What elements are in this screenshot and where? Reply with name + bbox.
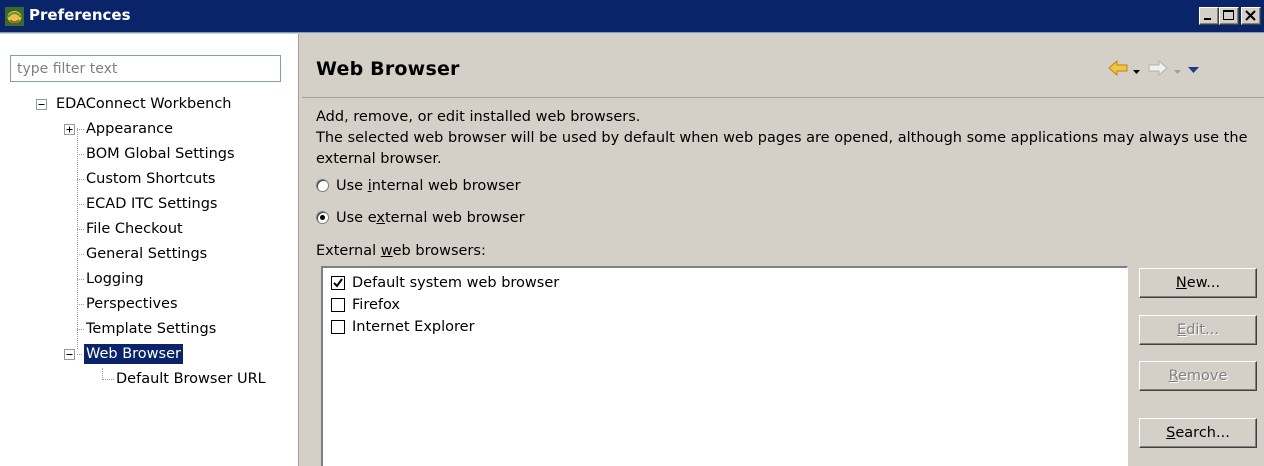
tree-item-label: File Checkout <box>86 221 183 237</box>
forward-dropdown-icon[interactable] <box>1174 64 1182 80</box>
external-browsers-label: External web browsers: <box>316 243 486 259</box>
preference-page: Web Browser Add, remove, or edit install… <box>302 34 1264 466</box>
maximize-button[interactable] <box>1219 7 1239 25</box>
close-button[interactable] <box>1241 7 1261 25</box>
tree-item-custom-shortcuts[interactable]: Custom Shortcuts <box>0 169 298 191</box>
tree-item-bom-global-settings[interactable]: BOM Global Settings <box>0 144 298 166</box>
radio-dot <box>320 215 325 220</box>
tree-item-file-checkout[interactable]: File Checkout <box>0 219 298 241</box>
tree-item-label: EDAConnect Workbench <box>56 96 232 112</box>
tree-item-general-settings[interactable]: General Settings <box>0 244 298 266</box>
tree-item-label: ECAD ITC Settings <box>86 196 218 212</box>
preferences-tree: EDAConnect Workbench Appearance BOM Glob… <box>0 34 298 466</box>
title-bar[interactable]: Preferences <box>0 0 1264 33</box>
tree-item-label: Default Browser URL <box>116 371 266 387</box>
browser-checkbox[interactable] <box>331 276 345 290</box>
tree-item-ecad-itc-settings[interactable]: ECAD ITC Settings <box>0 194 298 216</box>
browser-name: Internet Explorer <box>352 319 475 335</box>
collapse-icon[interactable] <box>64 349 75 360</box>
page-title: Web Browser <box>316 58 460 80</box>
radio-label: Use internal web browser <box>336 178 521 194</box>
tree-item-label: BOM Global Settings <box>86 146 235 162</box>
tree-item-label: General Settings <box>86 246 208 262</box>
browser-checkbox[interactable] <box>331 298 345 312</box>
minimize-button[interactable] <box>1199 7 1219 25</box>
tree-item-logging[interactable]: Logging <box>0 269 298 291</box>
search-button[interactable]: Search... <box>1139 418 1257 448</box>
external-browsers-list[interactable]: Default system web browser Firefox Inter… <box>321 266 1128 466</box>
tree-item-label: Custom Shortcuts <box>86 171 216 187</box>
window-title: Preferences <box>29 6 131 24</box>
description-line: Add, remove, or edit installed web brows… <box>316 109 641 125</box>
tree-item-appearance[interactable]: Appearance <box>0 119 298 141</box>
collapse-icon[interactable] <box>36 99 47 110</box>
tree-item-web-browser[interactable]: Web Browser <box>0 343 298 366</box>
radio-button[interactable] <box>316 179 329 192</box>
pane-splitter[interactable] <box>298 34 301 466</box>
browser-name: Firefox <box>352 297 400 313</box>
browser-name: Default system web browser <box>352 275 560 291</box>
tree-item-default-browser-url[interactable]: Default Browser URL <box>0 369 298 391</box>
tree-item-label: Perspectives <box>86 296 178 312</box>
edit-button[interactable]: Edit... <box>1139 315 1257 345</box>
radio-button[interactable] <box>316 211 329 224</box>
page-navigation <box>1092 59 1262 80</box>
tree-item-label: Template Settings <box>86 321 217 337</box>
browser-checkbox[interactable] <box>331 320 345 334</box>
page-header: Web Browser <box>302 34 1264 98</box>
tree-item-label: Appearance <box>86 121 174 137</box>
back-arrow-icon[interactable] <box>1108 59 1128 80</box>
tree-item-label: Logging <box>86 271 144 287</box>
page-description: Add, remove, or edit installed web brows… <box>316 107 1256 170</box>
expand-icon[interactable] <box>64 124 75 135</box>
tree-root[interactable]: EDAConnect Workbench <box>0 94 298 116</box>
description-line: The selected web browser will be used by… <box>316 130 1248 167</box>
preferences-tree-pane: EDAConnect Workbench Appearance BOM Glob… <box>0 34 298 466</box>
tree-item-template-settings[interactable]: Template Settings <box>0 319 298 341</box>
tree-item-perspectives[interactable]: Perspectives <box>0 294 298 316</box>
tree-item-label: Web Browser <box>83 343 184 365</box>
back-dropdown-icon[interactable] <box>1133 64 1141 80</box>
eclipse-icon <box>5 7 24 26</box>
new-button[interactable]: New... <box>1139 268 1257 298</box>
remove-button[interactable]: Remove <box>1139 361 1257 391</box>
forward-arrow-icon[interactable] <box>1148 59 1168 80</box>
view-menu-icon[interactable] <box>1188 63 1200 79</box>
radio-label: Use external web browser <box>336 210 525 226</box>
